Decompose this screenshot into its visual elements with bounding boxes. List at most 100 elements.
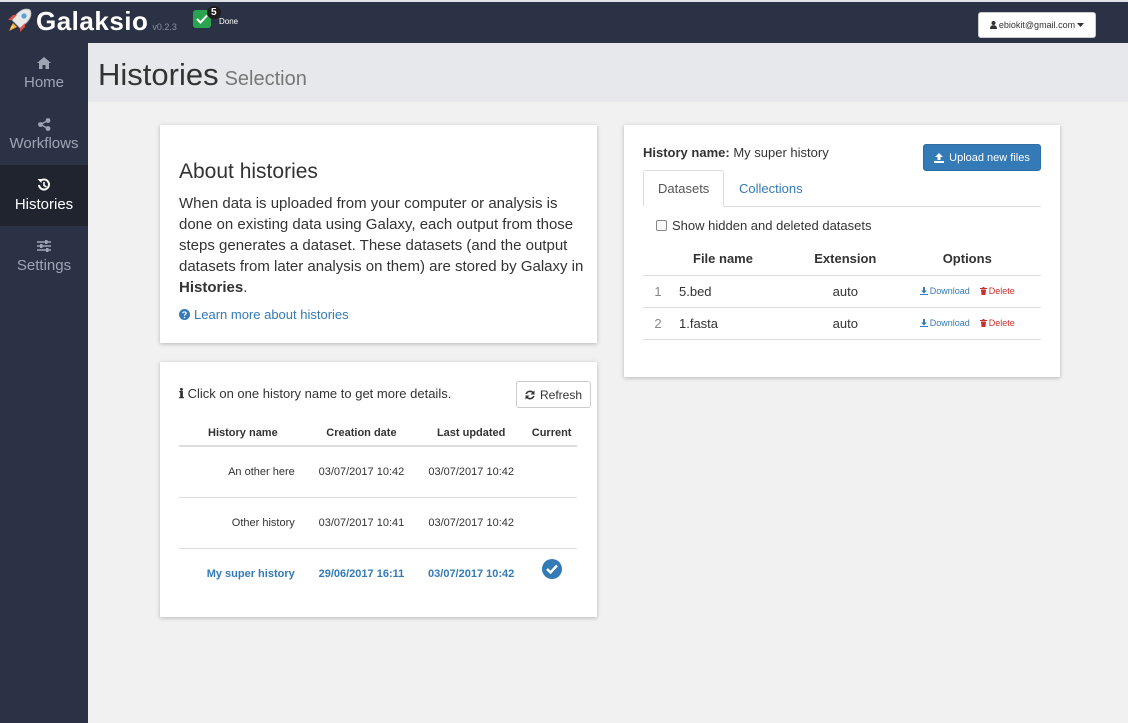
page-subtitle: Selection xyxy=(224,68,307,90)
page-title-text: Histories xyxy=(98,57,219,92)
histories-list-card: ℹ Click on one history name to get more … xyxy=(160,362,597,617)
history-name-label: History name: xyxy=(643,145,730,160)
download-link[interactable]: Download xyxy=(919,318,970,328)
about-text: When data is uploaded from your computer… xyxy=(179,193,584,298)
refresh-label: Refresh xyxy=(539,387,583,402)
share-icon xyxy=(37,117,51,131)
current-cell xyxy=(526,548,577,599)
learn-more-label: Learn more about histories xyxy=(194,307,349,322)
tab-collections[interactable]: Collections xyxy=(725,170,817,207)
history-name-cell[interactable]: An other here xyxy=(179,446,307,498)
caret-down-icon xyxy=(1077,22,1085,27)
sidebar-item-home[interactable]: Home xyxy=(0,43,88,104)
sidebar-item-label: Workflows xyxy=(9,135,79,152)
jobs-status[interactable]: 5 Done xyxy=(193,6,238,28)
sidebar-item-histories[interactable]: Histories xyxy=(0,165,88,226)
info-text: Click on one history name to get more de… xyxy=(187,386,452,401)
options-cell: Download Delete xyxy=(893,307,1041,340)
column-header: Options xyxy=(893,243,1041,276)
sidebar-item-label: Settings xyxy=(16,257,72,274)
histories-table: History name Creation date Last updated … xyxy=(179,421,577,599)
upload-label: Upload new files xyxy=(949,151,1030,164)
user-email: ebiokit@gmail.com xyxy=(998,20,1076,30)
current-cell xyxy=(526,497,577,549)
table-row[interactable]: An other here 03/07/2017 10:42 03/07/201… xyxy=(179,446,577,498)
question-circle-icon xyxy=(179,309,190,320)
column-header: History name xyxy=(179,421,307,447)
last-updated-cell: 03/07/2017 10:42 xyxy=(416,446,527,498)
check-icon xyxy=(196,14,208,24)
history-name-value: My super history xyxy=(733,145,829,160)
file-name-cell: 5.bed xyxy=(673,275,798,308)
sidebar-item-workflows[interactable]: Workflows xyxy=(0,104,88,165)
download-icon xyxy=(919,287,928,295)
datasets-table: File name Extension Options 1 5.bed auto… xyxy=(643,243,1041,340)
history-details-card: History name: My super history Upload ne… xyxy=(624,125,1060,377)
info-icon: ℹ xyxy=(179,386,184,401)
history-icon xyxy=(37,178,51,192)
row-index: 1 xyxy=(643,275,673,308)
table-header-row: File name Extension Options xyxy=(643,243,1041,276)
sidebar-item-settings[interactable]: Settings xyxy=(0,226,88,287)
page-header: Histories Selection xyxy=(88,43,1128,102)
app-name: Galaksio xyxy=(36,6,149,36)
column-header: Extension xyxy=(797,243,894,276)
info-line: ℹ Click on one history name to get more … xyxy=(179,386,451,402)
brand[interactable]: Galaksio v0.2.3 xyxy=(4,6,177,36)
user-icon xyxy=(989,21,997,29)
history-name-cell[interactable]: Other history xyxy=(179,497,307,549)
page-title: Histories Selection xyxy=(98,57,307,93)
column-header: Last updated xyxy=(416,421,527,447)
current-cell xyxy=(526,446,577,498)
trash-icon xyxy=(979,287,987,295)
extension-cell: auto xyxy=(797,307,894,340)
column-header: File name xyxy=(673,243,798,276)
delete-link[interactable]: Delete xyxy=(979,318,1015,328)
index-column-header xyxy=(643,243,673,276)
table-row-current[interactable]: My super history 29/06/2017 16:11 03/07/… xyxy=(179,548,577,599)
delete-link[interactable]: Delete xyxy=(979,286,1015,296)
home-icon xyxy=(37,56,51,70)
trash-icon xyxy=(979,319,987,327)
creation-date-cell: 03/07/2017 10:42 xyxy=(306,446,417,498)
sidebar-item-label: Histories xyxy=(14,196,74,213)
details-tabs: Datasets Collections xyxy=(643,170,1041,207)
file-name-cell: 1.fasta xyxy=(673,307,798,340)
sliders-icon xyxy=(37,239,51,253)
sidebar: Home Workflows Histories Settings xyxy=(0,43,88,723)
creation-date-cell: 29/06/2017 16:11 xyxy=(318,567,405,580)
column-header: Creation date xyxy=(306,421,417,447)
show-hidden-label: Show hidden and deleted datasets xyxy=(672,218,872,233)
download-icon xyxy=(919,319,928,327)
download-label: Download xyxy=(929,286,970,296)
download-link[interactable]: Download xyxy=(919,286,970,296)
show-hidden-toggle[interactable]: Show hidden and deleted datasets xyxy=(656,218,872,233)
column-header: Current xyxy=(526,421,577,447)
last-updated-cell: 03/07/2017 10:42 xyxy=(416,497,527,549)
download-label: Download xyxy=(929,318,970,328)
upload-icon xyxy=(934,152,945,163)
learn-more-link[interactable]: Learn more about histories xyxy=(179,307,349,322)
rocket-icon xyxy=(8,8,32,32)
history-name-cell[interactable]: My super history xyxy=(179,548,307,599)
row-index: 2 xyxy=(643,307,673,340)
about-text-bold: Histories xyxy=(179,279,244,296)
creation-date-cell: 03/07/2017 10:41 xyxy=(306,497,417,549)
show-hidden-checkbox[interactable] xyxy=(656,220,667,231)
app-version: v0.2.3 xyxy=(152,22,177,32)
delete-label: Delete xyxy=(988,318,1015,328)
jobs-done-label: Done xyxy=(219,17,239,26)
refresh-icon xyxy=(525,390,535,399)
refresh-button[interactable]: Refresh xyxy=(516,381,591,408)
check-circle-icon xyxy=(541,559,562,580)
tab-datasets[interactable]: Datasets xyxy=(643,170,725,207)
about-text-body: When data is uploaded from your computer… xyxy=(179,195,584,275)
upload-new-files-button[interactable]: Upload new files xyxy=(923,144,1041,171)
table-row[interactable]: 2 1.fasta auto Download Delete xyxy=(643,307,1041,340)
table-row[interactable]: Other history 03/07/2017 10:41 03/07/201… xyxy=(179,497,577,549)
about-text-end: . xyxy=(243,279,248,296)
about-title: About histories xyxy=(179,160,318,183)
last-updated-cell: 03/07/2017 10:42 xyxy=(428,567,515,580)
user-menu-button[interactable]: ebiokit@gmail.com xyxy=(978,12,1096,38)
table-row[interactable]: 1 5.bed auto Download Delete xyxy=(643,275,1041,308)
